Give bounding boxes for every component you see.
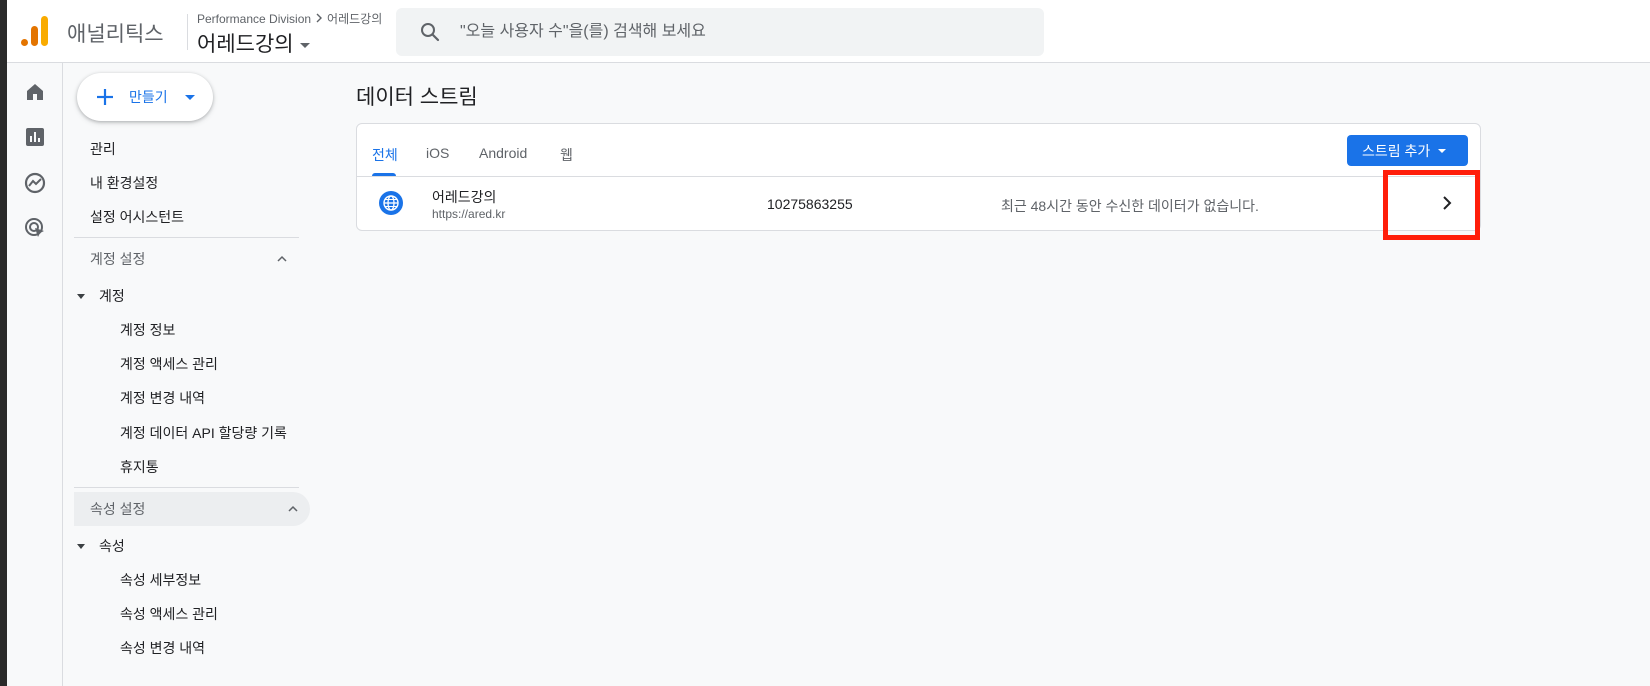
- tree-expand-icon: [77, 543, 85, 549]
- tree-property[interactable]: 속성: [77, 536, 125, 556]
- search-input[interactable]: [460, 23, 1020, 41]
- breadcrumb: Performance Division 어레드강의: [197, 10, 382, 27]
- highlight-annotation-box: [1383, 170, 1480, 240]
- left-rail: [7, 63, 63, 686]
- nav-divider: [74, 237, 299, 238]
- property-selector[interactable]: 어레드강의: [197, 28, 382, 58]
- section-title: 속성 설정: [90, 501, 146, 517]
- create-button[interactable]: 만들기: [77, 73, 213, 121]
- chevron-up-icon: [288, 505, 298, 512]
- header-divider: [187, 14, 188, 50]
- rail-advertising-button[interactable]: [21, 214, 49, 242]
- analytics-logo-icon[interactable]: [21, 16, 49, 46]
- tree-label: 계정: [99, 288, 125, 304]
- tab-android[interactable]: Android: [479, 145, 527, 161]
- rail-home-button[interactable]: [21, 78, 49, 106]
- nav-item-property-access[interactable]: 속성 액세스 관리: [120, 604, 218, 624]
- section-title: 계정 설정: [90, 251, 146, 267]
- add-stream-label: 스트림 추가: [1362, 142, 1431, 159]
- search-icon: [421, 23, 440, 42]
- property-name: 어레드강의: [197, 33, 294, 56]
- nav-item-property-details[interactable]: 속성 세부정보: [120, 570, 201, 590]
- tab-ios[interactable]: iOS: [426, 145, 449, 161]
- nav-item-account-access[interactable]: 계정 액세스 관리: [120, 354, 218, 374]
- breadcrumb-chevron-icon: [315, 12, 323, 26]
- analytics-app: 애널리틱스 Performance Division 어레드강의 어레드강의 "…: [7, 0, 1650, 686]
- stream-tabs: 전체 iOS Android 웹 스트림 추가: [357, 124, 1480, 177]
- nav-item-account-change-history[interactable]: 계정 변경 내역: [120, 388, 205, 408]
- globe-icon: [379, 191, 403, 215]
- explore-icon: [24, 172, 46, 194]
- nav-item-trash[interactable]: 휴지통: [120, 457, 159, 477]
- active-tab-indicator: [372, 173, 396, 176]
- search-bar[interactable]: [396, 8, 1044, 56]
- nav-item-preferences[interactable]: 내 환경설정: [90, 173, 158, 193]
- caret-down-icon: [299, 42, 310, 48]
- tab-all[interactable]: 전체: [372, 145, 398, 165]
- product-name: 애널리틱스: [67, 23, 164, 46]
- tab-web[interactable]: 웹: [560, 145, 573, 165]
- rail-explore-button[interactable]: [21, 169, 49, 197]
- home-icon: [27, 84, 43, 100]
- stream-status: 최근 48시간 동안 수신한 데이터가 없습니다.: [1001, 198, 1259, 214]
- plus-icon: [97, 89, 113, 105]
- stream-row[interactable]: 어레드강의 https://ared.kr 10275863255 최근 48시…: [357, 177, 1480, 231]
- create-dropdown-icon: [185, 95, 195, 100]
- create-label: 만들기: [129, 89, 168, 105]
- chevron-up-icon: [277, 255, 287, 262]
- tree-label: 속성: [99, 538, 125, 554]
- tree-expand-icon: [77, 293, 85, 299]
- tree-account[interactable]: 계정: [77, 286, 125, 306]
- dropdown-arrow-icon: [1438, 149, 1446, 153]
- nav-item-account-details[interactable]: 계정 정보: [120, 320, 175, 340]
- nav-item-property-change-history[interactable]: 속성 변경 내역: [120, 638, 205, 658]
- stream-url: https://ared.kr: [432, 207, 506, 221]
- add-stream-button[interactable]: 스트림 추가: [1347, 135, 1468, 166]
- nav-item-account-api-quota[interactable]: 계정 데이터 API 할당량 기록: [120, 423, 287, 443]
- property-settings-section[interactable]: 속성 설정: [74, 492, 310, 526]
- breadcrumb-account: Performance Division: [197, 11, 312, 26]
- top-header: 애널리틱스 Performance Division 어레드강의 어레드강의: [7, 0, 1650, 63]
- stream-name: 어레드강의: [432, 189, 497, 205]
- reports-icon: [26, 128, 44, 146]
- nav-item-admin[interactable]: 관리: [90, 139, 116, 159]
- nav-item-setup-assistant[interactable]: 설정 어시스턴트: [90, 207, 184, 227]
- admin-nav: 만들기 관리 내 환경설정 설정 어시스턴트 계정 설정 계정 계정 정보 계정…: [63, 63, 311, 686]
- account-settings-section[interactable]: 계정 설정: [74, 242, 299, 276]
- breadcrumb-property: 어레드강의: [327, 12, 383, 26]
- rail-reports-button[interactable]: [21, 123, 49, 151]
- data-streams-card: 전체 iOS Android 웹 스트림 추가 어레드강의 https://ar…: [356, 123, 1481, 231]
- advertising-icon: [25, 218, 44, 237]
- nav-divider: [74, 487, 299, 488]
- account-switcher[interactable]: Performance Division 어레드강의 어레드강의: [197, 10, 382, 58]
- stream-id: 10275863255: [767, 196, 853, 212]
- page-title: 데이터 스트림: [356, 86, 478, 109]
